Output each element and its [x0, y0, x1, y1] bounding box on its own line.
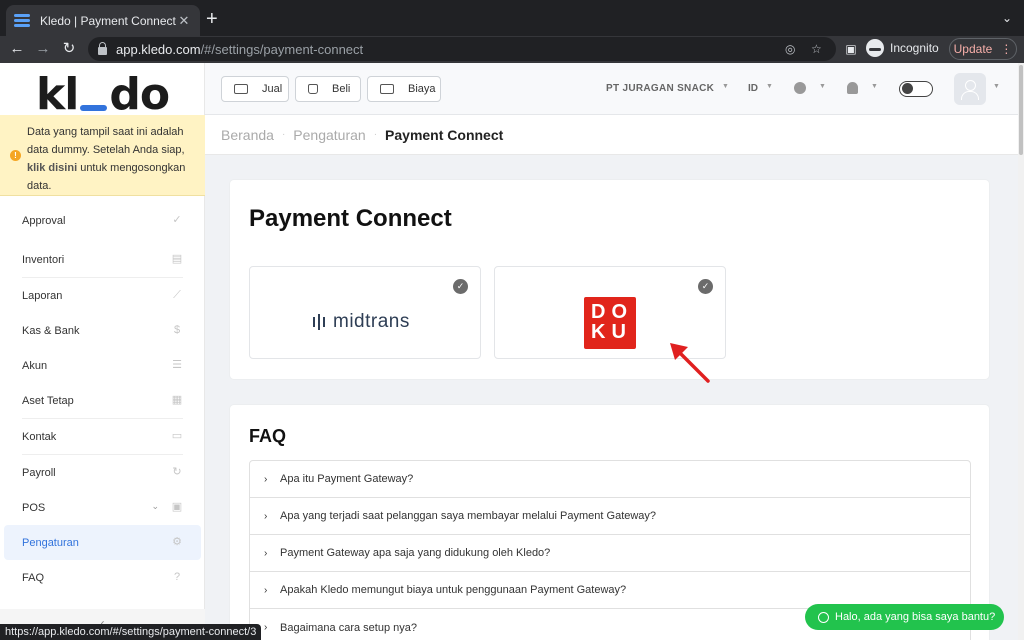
faq-title: FAQ	[249, 426, 287, 446]
page-scrollbar-thumb[interactable]	[1019, 65, 1023, 155]
contact-card-icon: ▭	[171, 430, 183, 442]
chevron-right-icon: ›	[264, 547, 268, 559]
chart-icon: ⟋	[173, 289, 181, 301]
app-header: Jual Beli Biaya PT JURAGAN SNACK ▼ ID ▼ …	[205, 63, 1018, 115]
beli-button[interactable]: Beli	[295, 76, 361, 102]
breadcrumb-separator: ·	[373, 129, 378, 140]
sidebar-item-faq[interactable]: FAQ ?	[0, 560, 205, 595]
incognito-label: Incognito	[890, 41, 939, 55]
sidebar-item-laporan[interactable]: Laporan ⟋	[0, 278, 205, 313]
whatsapp-icon	[818, 611, 829, 623]
shop-icon	[234, 84, 248, 94]
sidebar-item-kontak[interactable]: Kontak ▭	[0, 419, 205, 454]
company-selector[interactable]: PT JURAGAN SNACK	[606, 83, 714, 94]
sidebar-item-pos[interactable]: POS ⌄ ▣	[0, 490, 205, 525]
status-bar-url: https://app.kledo.com/#/settings/payment…	[0, 624, 262, 640]
forward-arrow-icon[interactable]: →	[34, 40, 52, 58]
chevron-right-icon: ›	[264, 473, 268, 485]
browser-tab[interactable]: Kledo | Payment Connect ✕	[6, 5, 200, 36]
url-path: /#/settings/payment-connect	[200, 41, 364, 57]
chevron-down-icon: ▼	[871, 83, 878, 90]
clear-data-link[interactable]: klik disini	[27, 162, 77, 174]
url-host: app.kledo.com	[116, 41, 201, 57]
refresh-icon: ↻	[172, 466, 182, 478]
sidebar-panel-icon[interactable]: ▣	[842, 40, 860, 58]
list-icon: ☰	[172, 359, 182, 371]
back-arrow-icon[interactable]: ←	[8, 40, 26, 58]
faq-item[interactable]: › Apa itu Payment Gateway?	[250, 461, 970, 498]
chevron-down-icon: ▼	[993, 83, 1000, 90]
bookmark-star-icon[interactable]: ☆	[811, 42, 822, 56]
dollar-icon: $	[173, 324, 181, 336]
sidebar-item-approval[interactable]: Approval ✓	[0, 203, 205, 238]
lock-icon	[98, 41, 107, 55]
sidebar: kl do ! Data yang tampil saat ini adalah …	[0, 63, 205, 640]
sidebar-item-kas-bank[interactable]: Kas & Bank $	[0, 313, 205, 348]
annotation-arrow-icon	[670, 343, 710, 383]
tab-search-chevron-icon[interactable]: ⌄	[1002, 11, 1012, 25]
chevron-down-icon: ▼	[722, 83, 729, 90]
sidebar-item-aset-tetap[interactable]: Aset Tetap ▦	[0, 383, 205, 418]
breadcrumb-pengaturan[interactable]: Pengaturan	[293, 127, 365, 143]
address-bar[interactable]: app.kledo.com /#/settings/payment-connec…	[88, 37, 836, 61]
connected-check-icon: ✓	[453, 279, 468, 294]
faq-item[interactable]: › Apa yang terjadi saat pelanggan saya m…	[250, 498, 970, 535]
breadcrumb-current: Payment Connect	[385, 126, 504, 143]
chevron-right-icon: ›	[264, 510, 268, 522]
chevron-down-icon: ▼	[766, 83, 773, 90]
tab-title: Kledo | Payment Connect	[40, 13, 176, 28]
language-selector[interactable]: ID	[748, 83, 758, 94]
wallet-icon	[380, 84, 394, 94]
question-icon: ?	[173, 571, 181, 583]
box-icon: ▤	[171, 253, 183, 265]
connected-check-icon: ✓	[698, 279, 713, 294]
bell-icon[interactable]	[847, 82, 858, 94]
faq-item[interactable]: › Payment Gateway apa saja yang didukung…	[250, 535, 970, 572]
pos-icon: ▣	[171, 501, 183, 513]
sidebar-item-inventori[interactable]: Inventori ▤	[0, 242, 205, 277]
user-avatar[interactable]	[954, 73, 986, 105]
new-tab-button[interactable]: +	[206, 9, 218, 29]
chevron-right-icon: ›	[264, 584, 268, 596]
breadcrumb: Beranda · Pengaturan · Payment Connect	[205, 115, 1018, 155]
biaya-button[interactable]: Biaya	[367, 76, 441, 102]
close-tab-icon[interactable]: ✕	[176, 13, 192, 29]
reload-icon[interactable]: ↻	[60, 40, 78, 58]
chevron-down-icon: ⌄	[151, 501, 159, 511]
midtrans-bars-icon	[313, 314, 325, 330]
breadcrumb-beranda[interactable]: Beranda	[221, 127, 274, 143]
theme-toggle[interactable]	[899, 81, 933, 97]
more-menu-icon: ⋮	[1000, 42, 1013, 56]
eye-slash-icon[interactable]: ◎	[785, 42, 795, 56]
gears-icon: ⚙	[172, 536, 182, 548]
chevron-down-icon: ▼	[819, 83, 826, 90]
payment-connect-card: Payment Connect ✓ midtrans ✓ DO KU	[230, 180, 989, 379]
browser-tab-bar: Kledo | Payment Connect ✕ + ⌄	[0, 0, 1024, 36]
building-icon: ▦	[171, 394, 183, 406]
sidebar-item-akun[interactable]: Akun ☰	[0, 348, 205, 383]
warning-icon: !	[10, 150, 21, 161]
dummy-data-notice: ! Data yang tampil saat ini adalah data …	[0, 115, 205, 196]
incognito-indicator[interactable]: Incognito	[866, 39, 939, 57]
sidebar-item-payroll[interactable]: Payroll ↻	[0, 455, 205, 490]
bag-icon	[308, 84, 318, 94]
breadcrumb-separator: ·	[281, 129, 286, 140]
kledo-favicon-icon	[14, 13, 30, 29]
check-icon: ✓	[172, 214, 182, 226]
sidebar-item-pengaturan[interactable]: Pengaturan ⚙	[4, 525, 201, 560]
provider-card-midtrans[interactable]: ✓ midtrans	[249, 266, 481, 359]
whatsapp-chat-button[interactable]: Halo, ada yang bisa saya bantu?	[805, 604, 1004, 630]
chevron-right-icon: ›	[264, 622, 268, 633]
clock-icon[interactable]	[794, 82, 806, 94]
jual-button[interactable]: Jual	[221, 76, 289, 102]
midtrans-logo: midtrans	[313, 311, 410, 333]
update-button[interactable]: Update ⋮	[949, 38, 1017, 60]
doku-logo: DO KU	[584, 297, 636, 349]
sidebar-menu: Approval ✓ Inventori ▤ Laporan ⟋ Kas & B…	[0, 203, 205, 595]
incognito-icon	[866, 39, 884, 57]
browser-toolbar: ← → ↻ app.kledo.com /#/settings/payment-…	[0, 36, 1024, 63]
page-title: Payment Connect	[249, 205, 452, 232]
update-label: Update	[953, 42, 993, 56]
